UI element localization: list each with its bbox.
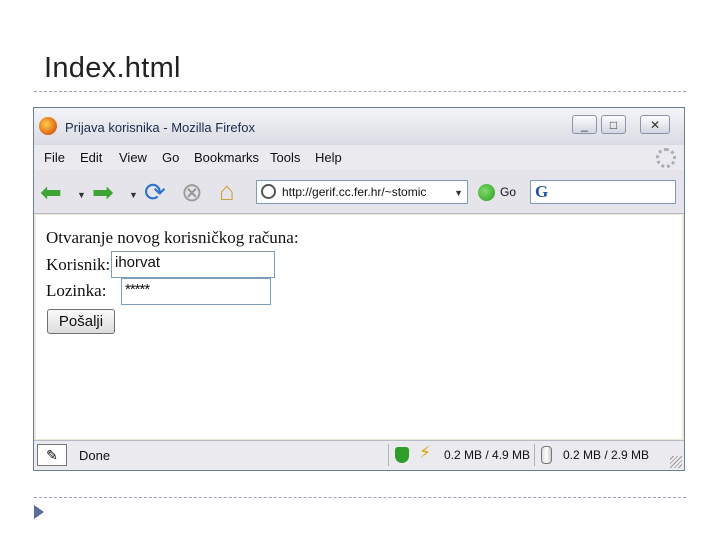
bullet-arrow-icon [34,505,44,519]
menu-edit[interactable]: Edit [80,150,102,165]
firefox-icon [39,117,57,135]
go-button[interactable]: Go [500,185,516,199]
menu-view[interactable]: View [119,150,147,165]
search-input[interactable]: G [530,180,676,204]
shield-icon [395,447,409,463]
forward-arrow-icon[interactable]: ➡ [92,178,114,206]
resize-grip-icon[interactable] [670,456,682,468]
status-text: Done [79,448,111,463]
username-label: Korisnik: [46,255,111,274]
disk-icon [541,446,552,464]
address-dropdown-icon[interactable]: ▼ [454,188,463,198]
menu-help[interactable]: Help [315,150,342,165]
browser-window: Prijava korisnika - Mozilla Firefox _ □ … [33,107,685,471]
navigation-toolbar: ⬅ ▼ ➡ ▼ ⟳ ⊗ ⌂ http://gerif.cc.fer.hr/~st… [34,170,684,214]
slide-title: Index.html [44,52,181,84]
memory-readout-2: 0.2 MB / 2.9 MB [563,448,650,462]
status-bar: ✎ Done ⚡ 0.2 MB / 4.9 MB 0.2 MB / 2.9 MB [34,440,684,470]
title-bar[interactable]: Prijava korisnika - Mozilla Firefox _ □ … [34,108,684,145]
back-dropdown-icon[interactable]: ▼ [77,190,86,200]
back-arrow-icon[interactable]: ⬅ [40,178,62,206]
menu-bookmarks[interactable]: Bookmarks [194,150,259,165]
lightning-icon: ⚡ [419,443,431,462]
menu-file[interactable]: File [44,150,65,165]
reload-icon[interactable]: ⟳ [144,178,166,206]
menu-bar: File Edit View Go Bookmarks Tools Help [34,145,684,170]
home-icon[interactable]: ⌂ [219,177,235,205]
address-bar[interactable]: http://gerif.cc.fer.hr/~stomic ▼ [256,180,468,204]
bottom-divider [34,497,686,498]
go-icon[interactable] [478,184,495,201]
form-heading: Otvaranje novog korisničkog računa: [46,228,299,247]
page-icon [261,184,276,199]
search-engine-icon[interactable]: G [535,182,548,202]
status-separator [534,444,535,466]
password-label: Lozinka: [46,281,107,300]
minimize-button[interactable]: _ [572,115,597,134]
forward-dropdown-icon[interactable]: ▼ [129,190,138,200]
top-divider [34,91,686,92]
throbber-icon [656,148,676,168]
status-separator [388,444,389,466]
maximize-button[interactable]: □ [601,115,626,134]
menu-tools[interactable]: Tools [270,150,300,165]
menu-go[interactable]: Go [162,150,179,165]
window-title: Prijava korisnika - Mozilla Firefox [65,120,255,135]
page-content: Otvaranje novog korisničkog računa: Kori… [36,215,682,439]
password-input[interactable]: ***** [121,278,271,305]
memory-readout-1: 0.2 MB / 4.9 MB [444,448,531,462]
address-text[interactable]: http://gerif.cc.fer.hr/~stomic [282,185,447,199]
stop-icon[interactable]: ⊗ [181,178,203,206]
close-button[interactable]: ✕ [640,115,670,134]
status-corner-icon: ✎ [37,444,67,466]
username-input[interactable]: ihorvat [111,251,275,278]
submit-button[interactable]: Pošalji [47,309,115,334]
